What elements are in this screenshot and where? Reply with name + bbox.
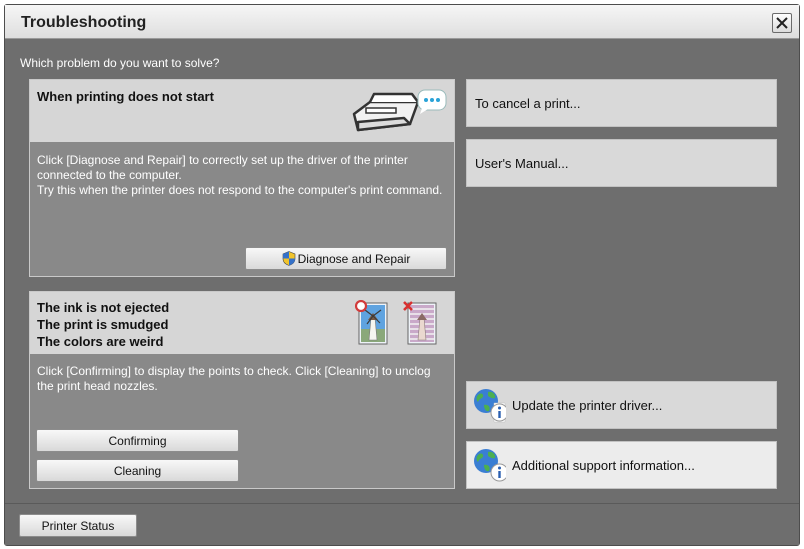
cancel-print-button[interactable]: To cancel a print... xyxy=(466,79,777,127)
confirming-button-label: Confirming xyxy=(108,433,167,448)
printing-not-start-panel: When printing does not start Click [Diag… xyxy=(29,79,455,277)
panel-header: When printing does not start xyxy=(30,80,454,142)
uac-shield-icon xyxy=(282,251,295,266)
cleaning-button[interactable]: Cleaning xyxy=(36,459,239,482)
cancel-print-label: To cancel a print... xyxy=(475,95,581,111)
panel-title-1: The ink is not ejected xyxy=(37,300,170,315)
globe-info-icon xyxy=(474,389,506,423)
update-driver-button[interactable]: Update the printer driver... xyxy=(466,381,777,429)
printer-status-button[interactable]: Printer Status xyxy=(19,514,137,537)
good-print-icon xyxy=(355,300,388,345)
update-driver-label: Update the printer driver... xyxy=(512,397,663,413)
prompt-text: Which problem do you want to solve? xyxy=(20,56,220,70)
close-button[interactable] xyxy=(772,13,792,33)
users-manual-label: User's Manual... xyxy=(475,155,569,171)
ink-problems-panel: The ink is not ejected The print is smud… xyxy=(29,291,455,489)
panel-title-3: The colors are weird xyxy=(37,334,164,349)
confirming-button[interactable]: Confirming xyxy=(36,429,239,452)
cleaning-button-label: Cleaning xyxy=(113,463,162,478)
panel-description: Click [Confirming] to display the points… xyxy=(37,364,431,393)
diagnose-and-repair-button[interactable]: Diagnose and Repair xyxy=(245,247,447,270)
support-info-button[interactable]: Additional support information... xyxy=(466,441,777,489)
globe-info-icon xyxy=(474,449,506,482)
panel-header: The ink is not ejected The print is smud… xyxy=(30,292,454,354)
close-icon xyxy=(776,17,788,29)
support-info-label: Additional support information... xyxy=(512,457,695,473)
diagnose-button-label: Diagnose and Repair xyxy=(297,251,411,266)
printer-speech-bubble-icon xyxy=(352,89,447,132)
bottom-bar: Printer Status xyxy=(5,503,799,545)
panel-description: Click [Diagnose and Repair] to correctly… xyxy=(37,153,443,197)
printer-status-label: Printer Status xyxy=(41,518,115,533)
title-bar: Troubleshooting xyxy=(5,5,799,39)
panel-title-2: The print is smudged xyxy=(37,317,169,332)
window-title: Troubleshooting xyxy=(21,14,147,31)
troubleshooting-window: Troubleshooting Which problem do you wan… xyxy=(4,4,800,546)
users-manual-button[interactable]: User's Manual... xyxy=(466,139,777,187)
panel-title: When printing does not start xyxy=(37,89,214,104)
bad-print-icon xyxy=(403,301,437,345)
